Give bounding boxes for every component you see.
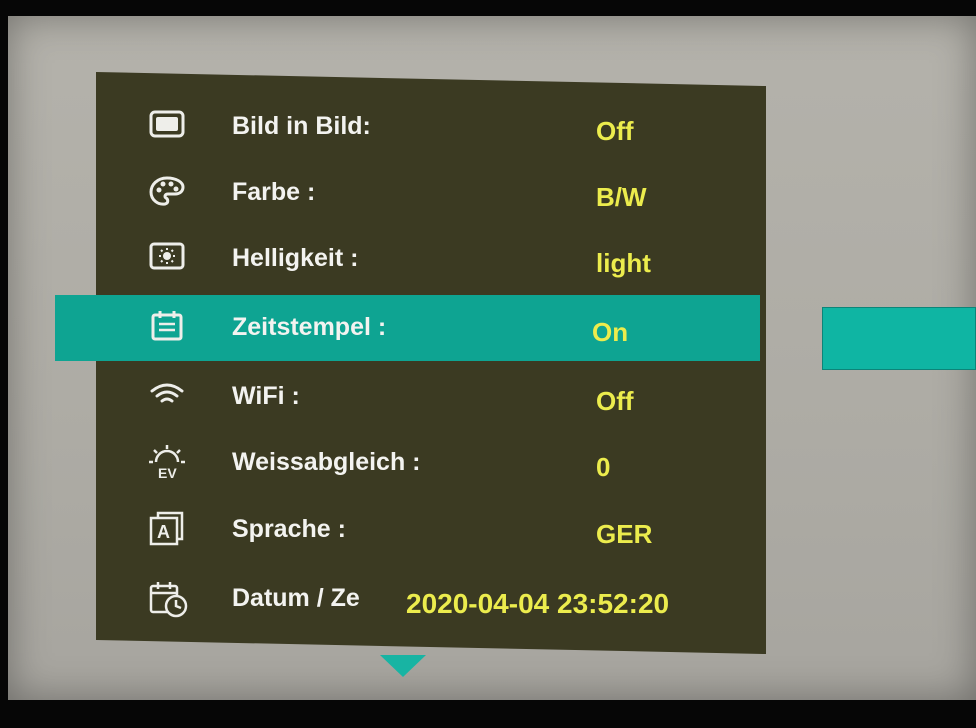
white-balance-ev-icon-text: EV — [158, 465, 177, 481]
menu-item-picture-in-picture[interactable]: Bild in Bild: Off — [96, 94, 766, 160]
white-balance-label: Weissabgleich : — [232, 448, 421, 476]
color-value: B/W — [596, 182, 647, 212]
brightness-icon — [148, 240, 186, 274]
menu-item-brightness[interactable]: Helligkeit : light — [96, 226, 766, 292]
language-icon: A — [148, 511, 186, 546]
brightness-label: Helligkeit : — [232, 244, 359, 272]
scroll-down-icon[interactable] — [380, 655, 426, 677]
white-balance-value: 0 — [596, 452, 611, 482]
picture-in-picture-icon — [148, 108, 186, 142]
timestamp-value: On — [592, 317, 629, 347]
menu-item-color[interactable]: Farbe : B/W — [96, 160, 766, 226]
menu-item-white-balance[interactable]: EV Weissabgleich : 0 — [96, 430, 766, 496]
color-label: Farbe : — [232, 178, 316, 206]
menu-item-language[interactable]: A Sprache : GER — [96, 497, 766, 563]
language-value: GER — [596, 519, 653, 549]
palette-icon — [148, 174, 186, 208]
menu-item-timestamp[interactable]: Zeitstempel : On — [55, 295, 760, 361]
picture-in-picture-label: Bild in Bild: — [232, 112, 371, 140]
white-balance-ev-icon: EV — [148, 444, 186, 481]
wifi-value: Off — [596, 386, 634, 416]
menu-item-date-time[interactable]: Datum / Ze 2020-04-04 23:52:20 — [96, 566, 766, 632]
timestamp-icon — [148, 309, 186, 343]
menu-item-wifi[interactable]: WiFi : Off — [96, 364, 766, 430]
language-icon-text: A — [157, 522, 170, 542]
wifi-icon — [148, 378, 186, 412]
timestamp-label: Zeitstempel : — [232, 313, 387, 341]
date-time-label: Datum / Ze — [232, 584, 360, 612]
language-label: Sprache : — [232, 515, 346, 543]
wifi-label: WiFi : — [232, 382, 300, 410]
date-time-icon — [148, 580, 188, 618]
brightness-value: light — [596, 248, 651, 278]
selection-indicator — [822, 307, 976, 370]
date-time-value: 2020-04-04 23:52:20 — [406, 588, 670, 619]
picture-in-picture-value: Off — [596, 116, 634, 146]
